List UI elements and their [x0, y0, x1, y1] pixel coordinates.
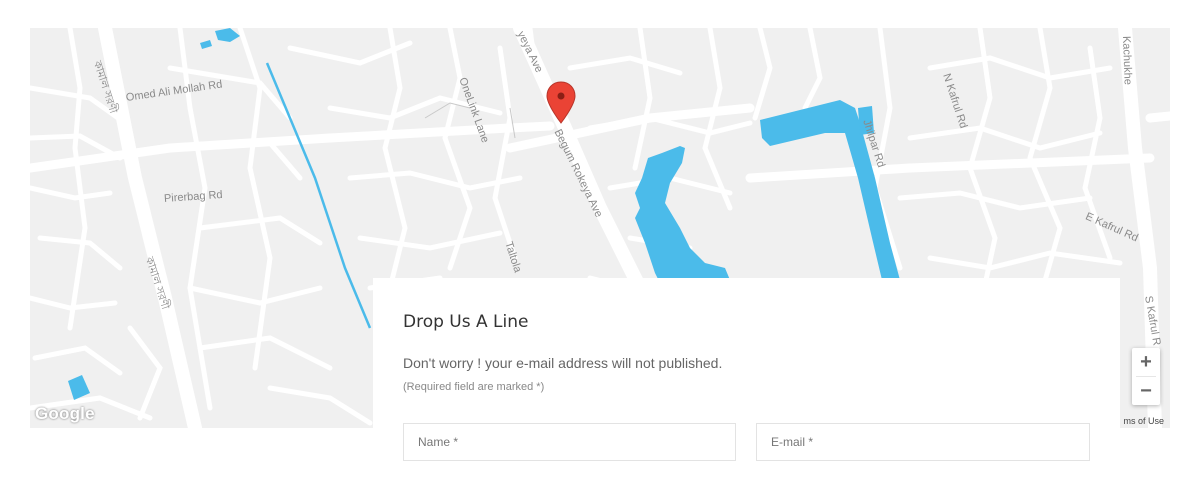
name-input[interactable]: [403, 423, 736, 461]
location-pin-icon: [546, 81, 576, 124]
email-input[interactable]: [756, 423, 1090, 461]
zoom-out-button[interactable]: −: [1132, 377, 1160, 405]
form-subtitle: Don't worry ! your e-mail address will n…: [403, 355, 723, 371]
terms-of-use-link[interactable]: ms of Use: [1123, 416, 1164, 426]
zoom-in-button[interactable]: +: [1132, 348, 1160, 376]
contact-form-card: Drop Us A Line Don't worry ! your e-mail…: [373, 278, 1120, 498]
road-label: Kachukhe: [1120, 35, 1134, 86]
zoom-control: + −: [1132, 348, 1160, 405]
google-logo[interactable]: Google: [35, 404, 95, 424]
form-title: Drop Us A Line: [403, 312, 529, 332]
required-note: (Required field are marked *): [403, 381, 545, 393]
